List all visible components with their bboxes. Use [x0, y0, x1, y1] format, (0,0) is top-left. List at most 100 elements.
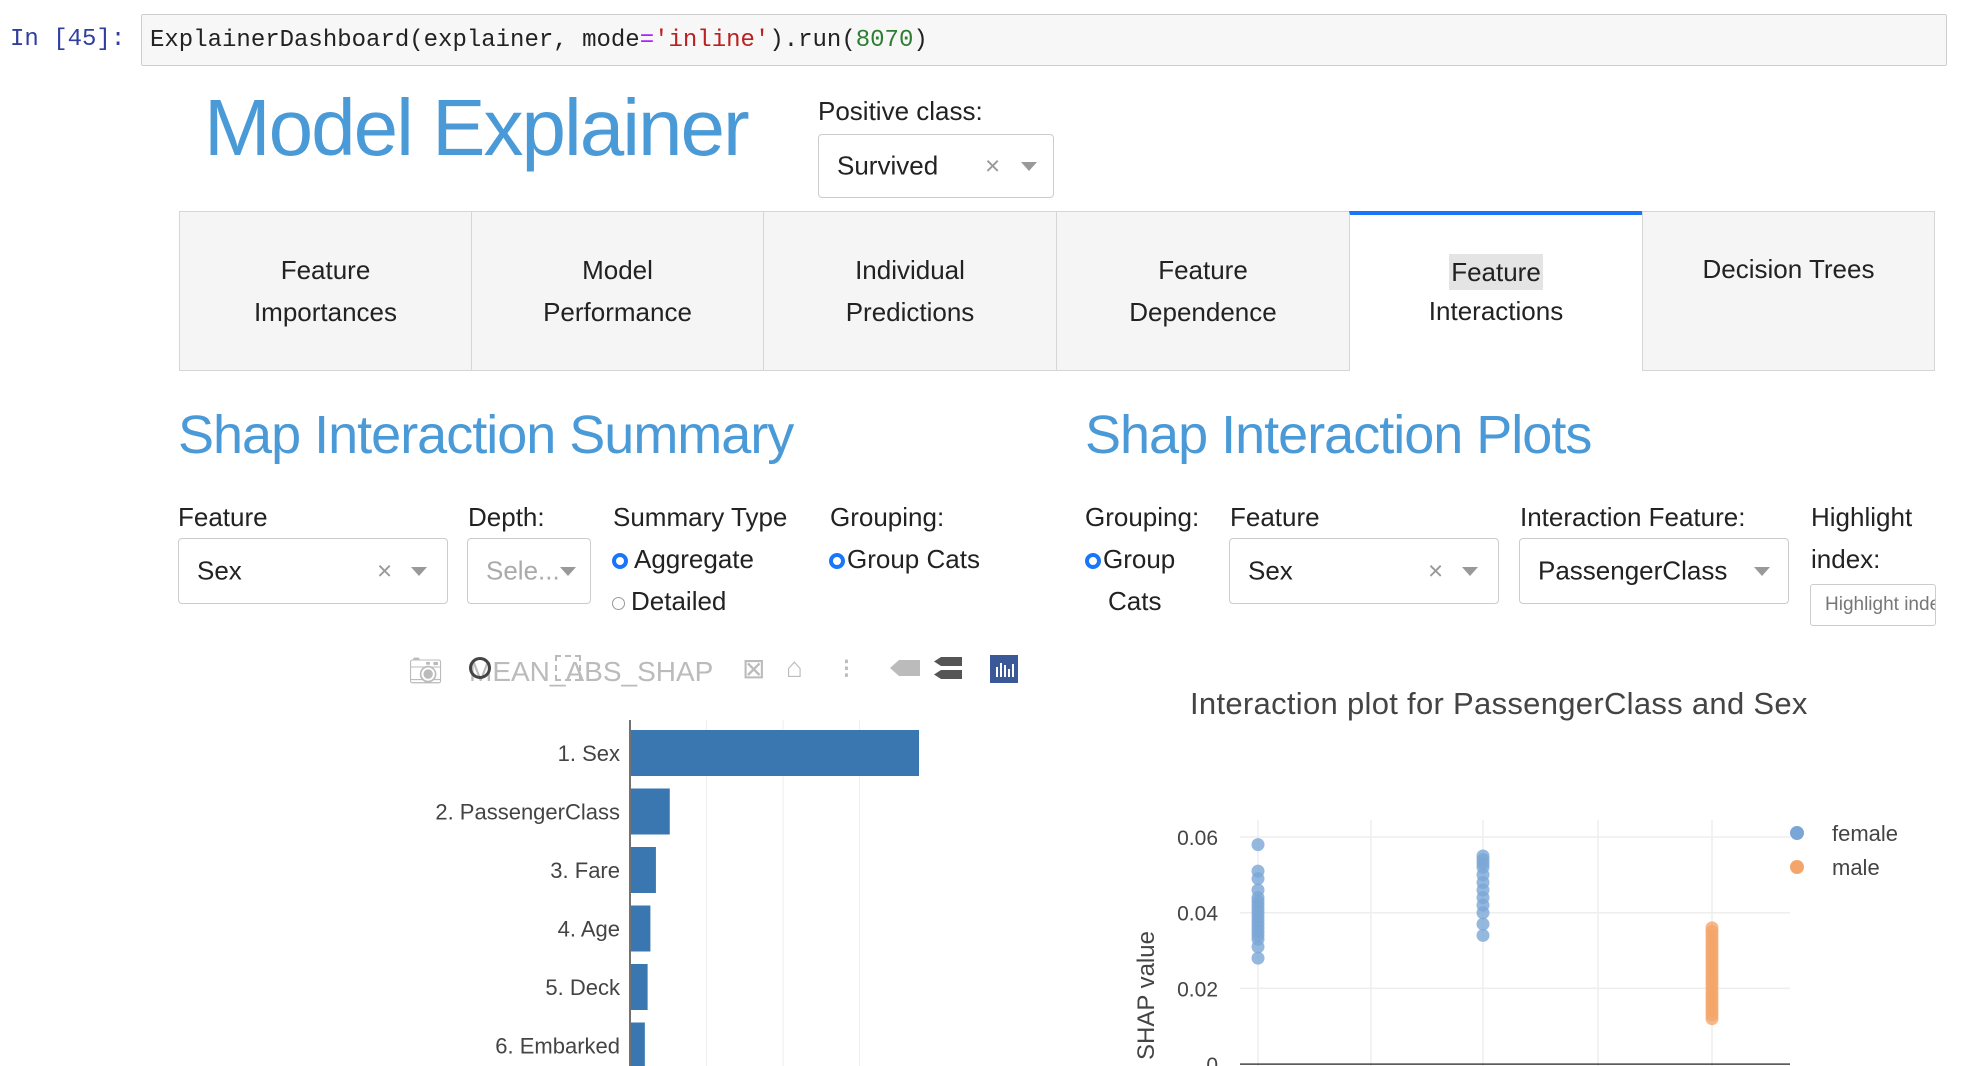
home-icon[interactable]: ⌂	[786, 652, 803, 684]
bar-label: 6. Embarked	[495, 1034, 620, 1059]
tab-label: Feature	[280, 255, 371, 285]
cell-prompt: In [45]:	[10, 26, 126, 53]
radio-selected-icon[interactable]	[829, 553, 845, 570]
tab-decision-trees[interactable]: Decision Trees	[1642, 211, 1935, 371]
summary-feature-label: Feature	[178, 502, 268, 532]
radio-label: Aggregate	[634, 544, 754, 574]
radio-unselected-icon[interactable]	[612, 596, 625, 610]
tab-label: Decision Trees	[1702, 254, 1875, 284]
bar[interactable]	[631, 847, 656, 893]
box-select-icon[interactable]	[555, 655, 581, 681]
plot-title-overlay: MEAN_ABS_SHAP	[469, 656, 714, 687]
bar-label: 1. Sex	[558, 741, 620, 766]
highlight-label-line2: index:	[1811, 544, 1881, 574]
plots-grouping-label: Grouping:	[1085, 502, 1200, 532]
summary-type-label: Summary Type	[613, 502, 788, 532]
tab-feature-interactions[interactable]: Feature Interactions	[1349, 211, 1643, 371]
summary-feature-dropdown[interactable]: Sex ×	[178, 538, 448, 604]
summary-feature-value: Sex	[197, 555, 242, 586]
scatter-point-female[interactable]	[1251, 951, 1265, 965]
bar-label: 2. PassengerClass	[435, 800, 620, 825]
chevron-down-icon[interactable]	[1462, 567, 1478, 576]
plots-title: Shap Interaction Plots	[1085, 405, 1592, 465]
scatter-point-female[interactable]	[1476, 906, 1490, 920]
tab-label: Importances	[253, 297, 398, 327]
radio-selected-icon[interactable]	[612, 553, 628, 570]
plots-grouping-option[interactable]: Group	[1085, 544, 1175, 575]
scatter-point-female[interactable]	[1476, 917, 1490, 931]
scatter-y-label: SHAP value	[1133, 931, 1160, 1060]
legend-male[interactable]: male	[1832, 855, 1880, 880]
code-operator: =	[639, 27, 655, 54]
scatter-point-female[interactable]	[1251, 838, 1265, 852]
interaction-feature-value: PassengerClass	[1538, 555, 1728, 586]
spike-icon[interactable]: ⁝	[842, 652, 851, 685]
highlight-label: Highlight	[1811, 502, 1913, 532]
y-tick-label: 0.04	[1177, 903, 1218, 926]
interaction-feature-label: Interaction Feature:	[1520, 502, 1746, 532]
bar[interactable]	[631, 964, 648, 1010]
code-cell[interactable]: ExplainerDashboard(explainer, mode='inli…	[141, 14, 1947, 66]
tab-individual-predictions[interactable]: Individual Predictions	[763, 211, 1057, 371]
zoom-icon[interactable]	[469, 657, 491, 679]
plots-feature-value: Sex	[1248, 555, 1293, 586]
mean-abs-shap-bar-chart: 1. Sex 2. PassengerClass 3. Fare 4. Age 5. D…	[435, 720, 919, 1066]
scatter-point-female[interactable]	[1476, 928, 1490, 942]
plots-feature-dropdown[interactable]: Sex ×	[1229, 538, 1499, 604]
bar[interactable]	[631, 730, 919, 776]
legend-male-marker[interactable]	[1790, 860, 1804, 874]
scatter-point-male[interactable]	[1705, 1012, 1719, 1026]
tab-model-performance[interactable]: Model Performance	[471, 211, 764, 371]
plotly-logo-icon[interactable]	[990, 655, 1018, 683]
y-tick-label: 0.02	[1177, 978, 1218, 1001]
camera-icon[interactable]: 📷︎	[408, 654, 444, 687]
depth-dropdown[interactable]: Sele...	[467, 538, 591, 604]
tab-feature-dependence[interactable]: Feature Dependence	[1056, 211, 1350, 371]
code-string: 'inline'	[654, 27, 770, 54]
page-title: Model Explainer	[204, 83, 750, 172]
summary-grouping-option[interactable]: Group Cats	[829, 544, 980, 575]
clear-icon[interactable]: ×	[985, 151, 1000, 182]
radio-selected-icon[interactable]	[1085, 553, 1101, 570]
tab-label: Feature	[1449, 254, 1543, 290]
legend-female-marker[interactable]	[1790, 826, 1804, 840]
positive-class-label: Positive class:	[818, 96, 983, 126]
tab-label: Individual	[855, 255, 965, 285]
summary-type-aggregate[interactable]: Aggregate	[612, 544, 754, 575]
hover-compare-icon[interactable]	[934, 657, 962, 679]
code-text-end: )	[913, 27, 928, 54]
legend-female[interactable]: female	[1832, 821, 1898, 846]
tab-label: Interactions	[1428, 296, 1564, 326]
scatter-point-female[interactable]	[1251, 872, 1265, 886]
bar[interactable]	[631, 788, 670, 835]
bar-label: 4. Age	[558, 917, 620, 942]
bar[interactable]	[631, 905, 651, 952]
hover-closest-icon[interactable]	[890, 660, 920, 676]
highlight-index-input[interactable]: Highlight index	[1810, 584, 1936, 626]
clear-icon[interactable]: ×	[1428, 556, 1443, 587]
radio-label: Group	[1103, 544, 1176, 574]
chevron-down-icon[interactable]	[1021, 162, 1037, 171]
y-tick-label: 0	[1206, 1054, 1218, 1066]
bar-label: 5. Deck	[545, 975, 621, 1000]
scatter-point-female[interactable]	[1251, 940, 1265, 954]
bar[interactable]	[631, 1022, 645, 1066]
tab-feature-importances[interactable]: Feature Importances	[179, 211, 472, 371]
depth-placeholder: Sele...	[486, 555, 560, 586]
scatter-title: Interaction plot for PassengerClass and …	[1190, 686, 1808, 721]
tab-label: Dependence	[1129, 297, 1277, 327]
interaction-scatter-plot: Interaction plot for PassengerClass and …	[1133, 686, 1898, 1066]
positive-class-dropdown[interactable]: Survived ×	[818, 134, 1054, 198]
tab-label: Predictions	[845, 297, 975, 327]
summary-type-detailed[interactable]: Detailed	[612, 586, 726, 617]
autoscale-icon[interactable]: ⊠	[742, 652, 765, 685]
y-tick-label: 0.06	[1177, 827, 1218, 850]
chevron-down-icon[interactable]	[1754, 567, 1770, 576]
plots-feature-label: Feature	[1230, 502, 1320, 532]
code-text-mid: ).run(	[769, 27, 856, 54]
chevron-down-icon[interactable]	[411, 567, 427, 576]
clear-icon[interactable]: ×	[377, 556, 392, 587]
interaction-feature-dropdown[interactable]: PassengerClass	[1519, 538, 1789, 604]
tab-label: Feature	[1158, 255, 1248, 285]
chevron-down-icon[interactable]	[560, 567, 576, 576]
